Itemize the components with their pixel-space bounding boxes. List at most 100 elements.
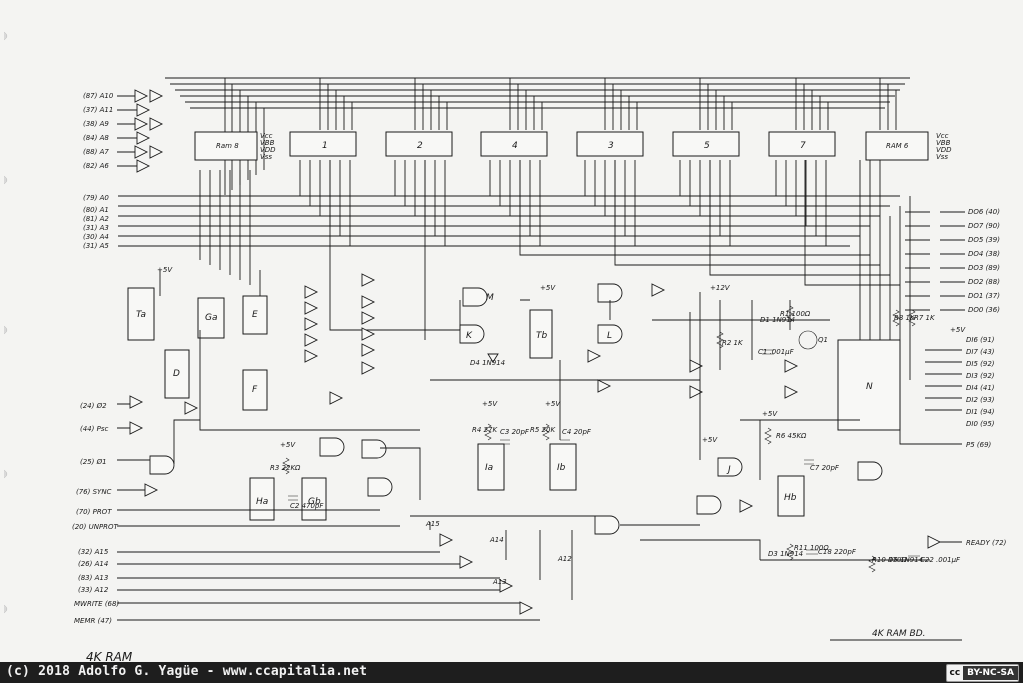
supply-label-5v-right: +5V [950,326,966,334]
input-label-psc: (44) Psc [80,425,108,433]
supply-label-5v-tb: +5V [540,284,556,292]
output-label-do6: DO6 (40) [968,208,1000,216]
label-r5: R5 20K [530,426,556,434]
output-label-do5: DO5 (39) [968,236,1000,244]
control-logic [127,273,666,615]
input-label-a6: (82) A6 [83,162,109,170]
label-c3: C3 20pF [500,428,530,436]
label-c2: C2 470pF [290,502,324,510]
gate-m-right [696,495,722,515]
ram-6-label: RAM 6 [886,142,909,150]
jumper-label-a13: A13 [492,578,507,586]
chip-label-ib: Ib [557,463,566,473]
output-label-di5: DI5 (92) [966,360,995,368]
input-label-a14: (26) A14 [78,560,108,568]
chip-label-tb: Tb [536,331,547,341]
output-label-do4: DO4 (38) [968,250,1000,258]
output-label-di1: DI1 (94) [966,408,995,416]
chip-label-l: L [607,331,612,341]
license-badge: cc BY-NC-SA [945,664,1019,682]
label-c7: C7 20pF [810,464,840,472]
license-text: BY-NC-SA [963,666,1018,680]
jumper-label-a12: A12 [557,555,572,563]
input-label-a5: (31) A5 [83,242,109,250]
supply-label-5v-ia: +5V [482,400,498,408]
supply-label-5v-ib: +5V [545,400,561,408]
gate-m [462,287,488,307]
output-label-do0: DO0 (36) [968,306,1000,314]
input-label-phi1: (25) Ø1 [80,458,107,466]
refresh-logic [652,292,942,549]
label-r7: R7 1K [914,314,936,322]
output-label-ready: READY (72) [966,539,1007,547]
jumper-label-a14: A14 [489,536,504,544]
supply-label-12v: +12V [710,284,731,292]
label-q1: Q1 [818,336,828,344]
label-d5: D5 1N914 [888,556,923,564]
binder-holes [3,31,8,614]
label-d4: D4 1N914 [470,359,505,367]
schematic-page: (87) A10 (37) A11 (38) A9 (84) A8 (88) A… [0,0,1023,683]
input-label-a1: (80) A1 [83,206,109,214]
label-r3: R3 22KΩ [270,464,301,472]
cc-icon: cc [949,668,961,678]
address-bus-low [118,160,900,285]
ram-8-pin-vss: Vss [260,153,272,161]
chip-label-e: E [252,310,258,320]
ram-chip-4-label: 4 [512,141,518,151]
input-label-sync: (76) SYNC [76,488,112,496]
gate-k [459,324,485,344]
credit-bar: (c) 2018 Adolfo G. Yagüe - www.ccapitali… [0,662,1023,683]
ram-chip-3-label: 3 [608,141,614,151]
chip-label-ia: Ia [485,463,493,473]
input-label-mwrite: MWRITE (68) [74,600,119,608]
chip-label-hb: Hb [784,493,797,503]
diagram-title: 4K RAM BD. [872,629,926,639]
schematic-paper: (87) A10 (37) A11 (38) A9 (84) A8 (88) A… [0,0,1023,662]
label-r6: R6 45KΩ [776,432,807,440]
ram-6-pin-vss: Vss [936,153,948,161]
output-label-di7: DI7 (43) [966,348,995,356]
label-r8: R8 1K [894,314,916,322]
input-label-a13: (83) A13 [78,574,108,582]
supply-label-5v-hb: +5V [762,410,778,418]
output-label-do7: DO7 (90) [968,222,1000,230]
chip-label-ha: Ha [256,497,268,507]
output-label-do2: DO2 (88) [968,278,1000,286]
supply-label-5v-left: +5V [157,266,173,274]
gate-l [857,461,883,481]
input-label-a15: (32) A15 [78,548,109,556]
input-label-a3: (31) A3 [83,224,109,232]
chip-label-d: D [173,369,180,379]
chip-label-m: M [486,293,494,303]
gate-j [594,515,620,535]
gate-k-left [149,455,175,475]
output-label-di0: DI0 (95) [966,420,995,428]
input-label-a10: (87) A10 [83,92,114,100]
input-label-prot: (70) PROT [76,508,112,516]
output-label-di4: DI4 (41) [966,384,995,392]
label-c22: C22 .001μF [920,556,961,564]
input-label-a4: (30) A4 [83,233,109,241]
supply-label-5v-j: +5V [702,436,718,444]
output-label-di2: DI2 (93) [966,396,995,404]
input-label-a9: (38) A9 [83,120,109,128]
ram-8-label: Ram 8 [216,142,239,150]
label-c18: C18 220pF [818,548,857,556]
input-label-a0: (79) A0 [83,194,109,202]
chip-label-ga: Ga [205,313,218,323]
input-label-memr: MEMR (47) [74,617,112,625]
credit-text: (c) 2018 Adolfo G. Yagüe - www.ccapitali… [6,664,368,679]
schematic-drawing: (87) A10 (37) A11 (38) A9 (84) A8 (88) A… [3,31,1007,662]
chip-label-f: F [252,385,258,395]
label-c4: C4 20pF [562,428,592,436]
input-label-a2: (81) A2 [83,215,109,223]
supply-label-5v-ha: +5V [280,441,296,449]
handwritten-note: 4K RAM [86,650,133,662]
input-label-a12: (33) A12 [78,586,109,594]
label-c1: C1 .001μF [758,348,795,356]
ram-chip-7-label: 7 [800,141,806,151]
input-label-a8: (84) A8 [83,134,109,142]
chip-label-n: N [866,382,873,392]
input-label-phi2: (24) Ø2 [80,402,107,410]
